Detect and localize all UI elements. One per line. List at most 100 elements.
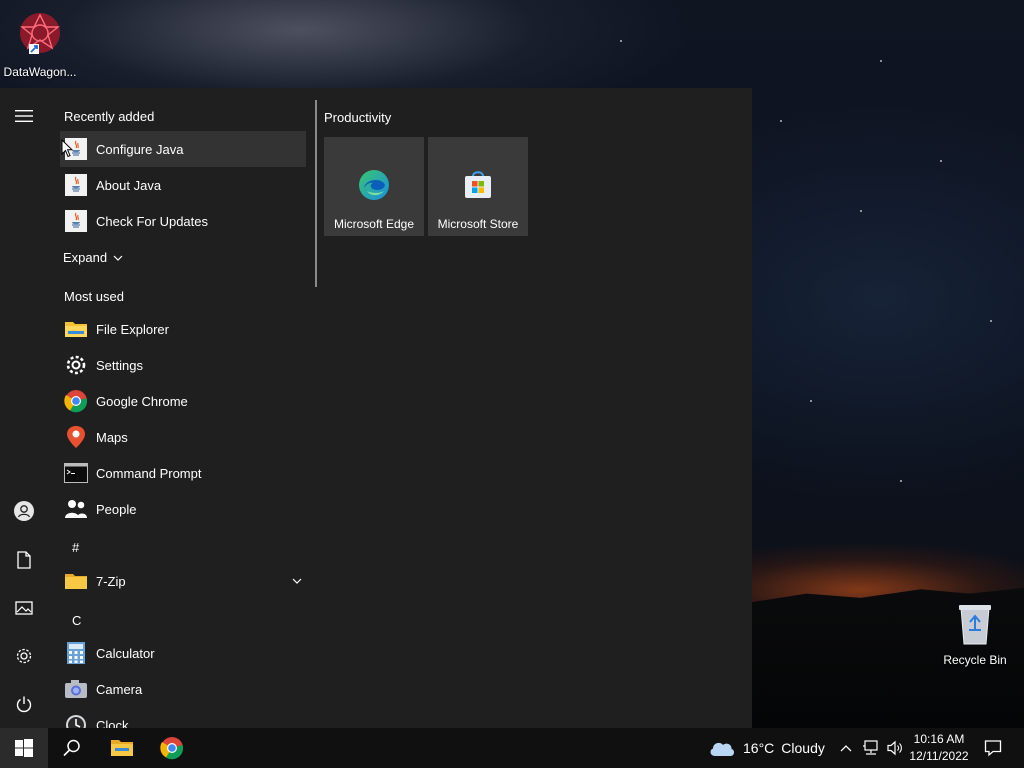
desktop-icon-label: Recycle Bin bbox=[943, 653, 1007, 667]
tile-group-heading[interactable]: Productivity bbox=[324, 110, 391, 125]
app-people[interactable]: People bbox=[60, 491, 306, 527]
java-icon bbox=[64, 173, 88, 197]
expand-label: Expand bbox=[63, 250, 108, 265]
app-label: File Explorer bbox=[96, 321, 169, 337]
store-icon bbox=[465, 171, 491, 198]
start-rail bbox=[0, 88, 48, 728]
app-label: Calculator bbox=[96, 645, 155, 661]
app-label: Google Chrome bbox=[96, 393, 188, 409]
taskbar-google-chrome[interactable] bbox=[148, 728, 196, 768]
app-label: Command Prompt bbox=[96, 465, 202, 481]
show-hidden-icons-button[interactable] bbox=[836, 728, 856, 768]
action-center-button[interactable] bbox=[978, 728, 1008, 768]
desktop-icon-datawagon[interactable]: DataWagon... bbox=[0, 8, 80, 79]
settings-rail-button[interactable] bbox=[12, 644, 36, 668]
tile-microsoft-edge[interactable]: Microsoft Edge bbox=[324, 137, 424, 236]
alpha-header-hash[interactable]: # bbox=[72, 540, 79, 555]
folder-icon bbox=[64, 317, 88, 341]
mouse-cursor-icon bbox=[61, 139, 73, 158]
clock-date: 12/11/2022 bbox=[909, 749, 969, 763]
clock-time: 10:16 AM bbox=[913, 732, 965, 746]
tile-microsoft-store[interactable]: Microsoft Store bbox=[428, 137, 528, 236]
star bbox=[810, 400, 812, 402]
recycle-bin-icon bbox=[959, 605, 991, 645]
desktop-icon-label: DataWagon... bbox=[3, 65, 77, 79]
taskbar: 16°C Cloudy 10:16 AM 12/11/2022 bbox=[0, 728, 1024, 768]
app-check-for-updates[interactable]: Check For Updates bbox=[60, 203, 306, 239]
star bbox=[620, 40, 622, 42]
account-button[interactable] bbox=[12, 499, 36, 523]
star bbox=[900, 480, 902, 482]
clock-icon bbox=[64, 713, 88, 728]
start-menu: Recently added Configure Java About Java… bbox=[0, 88, 752, 728]
app-label: 7-Zip bbox=[96, 573, 126, 589]
people-icon bbox=[64, 497, 88, 521]
app-command-prompt[interactable]: Command Prompt bbox=[60, 455, 306, 491]
document-icon bbox=[17, 551, 31, 569]
app-label: Camera bbox=[96, 681, 143, 697]
terminal-icon bbox=[64, 461, 88, 485]
tile-label: Microsoft Edge bbox=[333, 217, 415, 231]
app-label: Check For Updates bbox=[96, 213, 208, 229]
app-camera[interactable]: Camera bbox=[60, 671, 306, 707]
power-button[interactable] bbox=[12, 692, 36, 716]
hamburger-icon bbox=[15, 110, 33, 122]
expand-menu-button[interactable] bbox=[12, 104, 36, 128]
pictures-button[interactable] bbox=[12, 596, 36, 620]
search-button[interactable] bbox=[48, 728, 96, 768]
chrome-icon bbox=[160, 737, 184, 760]
documents-button[interactable] bbox=[12, 548, 36, 572]
app-settings[interactable]: Settings bbox=[60, 347, 306, 383]
alpha-header-c[interactable]: C bbox=[72, 613, 81, 628]
cloud-icon bbox=[710, 742, 735, 756]
star bbox=[780, 120, 782, 122]
app-calculator[interactable]: Calculator bbox=[60, 635, 306, 671]
app-list-scrollbar[interactable] bbox=[315, 100, 317, 287]
chevron-down-icon bbox=[292, 578, 302, 584]
windows-logo-icon bbox=[15, 739, 33, 757]
network-icon bbox=[863, 740, 878, 755]
datawagon-icon bbox=[20, 13, 60, 54]
star bbox=[940, 160, 942, 162]
chevron-down-icon bbox=[113, 255, 123, 261]
maps-pin-icon bbox=[64, 425, 88, 449]
network-button[interactable] bbox=[860, 728, 882, 768]
app-about-java[interactable]: About Java bbox=[60, 167, 306, 203]
chrome-icon bbox=[64, 389, 88, 413]
desktop-icon-recycle-bin[interactable]: Recycle Bin bbox=[935, 602, 1015, 667]
tile-label: Microsoft Store bbox=[437, 217, 519, 231]
weather-widget[interactable]: 16°C Cloudy bbox=[708, 728, 825, 768]
taskbar-file-explorer[interactable] bbox=[98, 728, 146, 768]
volume-button[interactable] bbox=[884, 728, 906, 768]
section-heading-recently-added: Recently added bbox=[64, 109, 155, 124]
power-icon bbox=[16, 696, 32, 713]
expand-recent-button[interactable]: Expand bbox=[63, 250, 123, 265]
weather-condition: Cloudy bbox=[781, 740, 825, 756]
app-label: About Java bbox=[96, 177, 162, 193]
app-clock[interactable]: Clock bbox=[60, 707, 306, 728]
app-7zip[interactable]: 7-Zip bbox=[60, 563, 306, 599]
camera-icon bbox=[64, 677, 88, 701]
app-configure-java[interactable]: Configure Java bbox=[60, 131, 306, 167]
weather-temp: 16°C bbox=[743, 740, 775, 756]
search-icon bbox=[63, 739, 80, 757]
app-file-explorer[interactable]: File Explorer bbox=[60, 311, 306, 347]
gear-icon bbox=[16, 648, 32, 664]
clock-button[interactable]: 10:16 AM 12/11/2022 bbox=[906, 731, 972, 765]
chevron-up-icon bbox=[840, 745, 852, 752]
app-label: Maps bbox=[96, 429, 128, 445]
app-list[interactable]: Recently added Configure Java About Java… bbox=[48, 88, 310, 728]
start-button[interactable] bbox=[0, 728, 48, 768]
gear-icon bbox=[64, 353, 88, 377]
app-label: Clock bbox=[96, 717, 129, 729]
speaker-icon bbox=[887, 740, 902, 756]
picture-icon bbox=[15, 601, 33, 615]
calculator-icon bbox=[64, 641, 88, 665]
folder-icon bbox=[111, 740, 133, 756]
notification-icon bbox=[984, 740, 1002, 757]
star bbox=[990, 320, 992, 322]
folder-icon bbox=[64, 569, 88, 593]
user-avatar-icon bbox=[14, 501, 34, 521]
app-google-chrome[interactable]: Google Chrome bbox=[60, 383, 306, 419]
app-maps[interactable]: Maps bbox=[60, 419, 306, 455]
